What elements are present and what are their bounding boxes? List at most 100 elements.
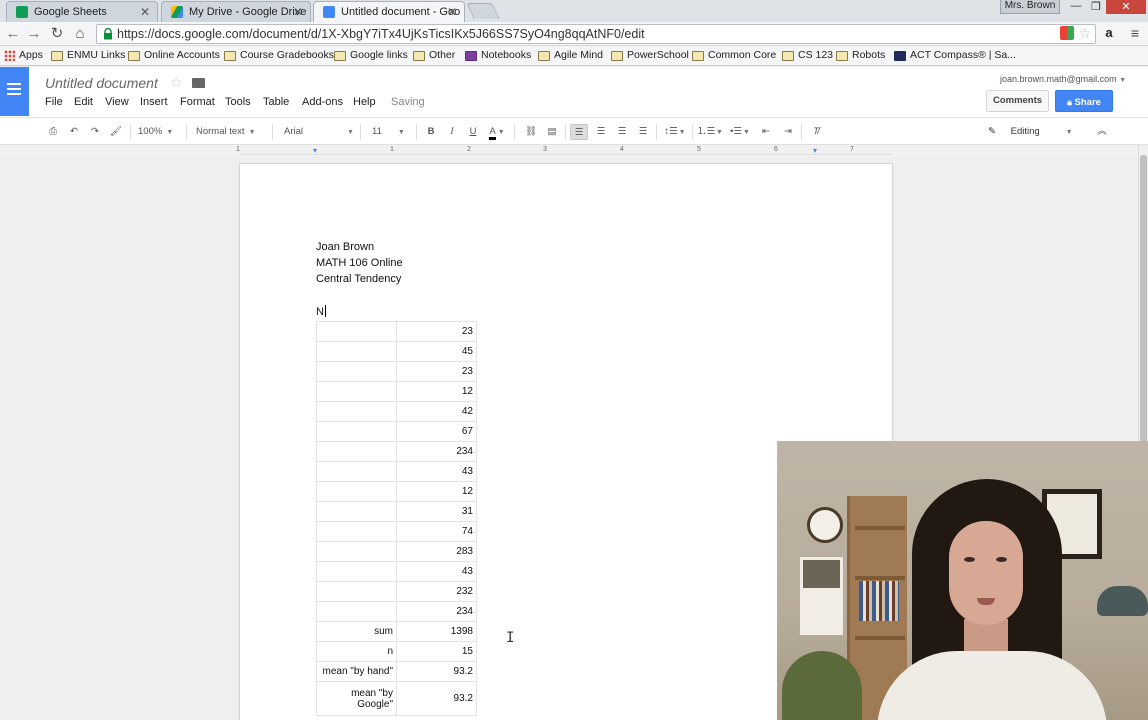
close-icon[interactable]: ✕ — [447, 5, 457, 19]
table-value-cell[interactable]: 234 — [396, 601, 477, 622]
bookmark-online-accounts[interactable]: Online Accounts — [128, 49, 220, 61]
table-value-cell[interactable]: 93.2 — [396, 681, 477, 716]
bookmark-enmu-links[interactable]: ENMU Links — [51, 49, 125, 61]
table-label-cell[interactable]: mean "by hand" — [316, 661, 397, 682]
bookmark-cs-123[interactable]: CS 123 — [782, 49, 833, 61]
menu-icon[interactable]: ≡ — [1126, 24, 1144, 42]
bookmark-powerschool[interactable]: PowerSchool — [611, 49, 689, 61]
menu-add-ons[interactable]: Add-ons — [302, 96, 343, 108]
table-label-cell[interactable]: mean "by Google" — [316, 681, 397, 716]
table-label-cell[interactable] — [316, 421, 397, 442]
back-icon[interactable]: ← — [4, 25, 22, 43]
bulleted-list-icon[interactable]: •☰▼ — [727, 124, 753, 140]
text-color-icon[interactable]: A ▼ — [486, 124, 508, 140]
table-label-cell[interactable] — [316, 581, 397, 602]
close-icon[interactable]: ✕ — [140, 5, 150, 19]
redo-icon[interactable]: ↷ — [87, 124, 103, 140]
tab-google-sheets[interactable]: Google Sheets ✕ — [6, 1, 158, 22]
address-bar[interactable]: https://docs.google.com/document/d/1X-Xb… — [96, 24, 1096, 44]
extension-icon[interactable] — [1060, 26, 1074, 40]
bookmark-course-gradebooks[interactable]: Course Gradebooks — [224, 49, 334, 61]
table-value-cell[interactable]: 283 — [396, 541, 477, 562]
table-value-cell[interactable]: 93.2 — [396, 661, 477, 682]
right-indent-marker[interactable]: ▾ — [813, 146, 817, 155]
bookmark-act-compass[interactable]: ACT Compass® | Sa... — [894, 49, 1016, 61]
underline-icon[interactable]: U — [466, 124, 480, 140]
numbered-list-icon[interactable]: ⒈☰▼ — [697, 124, 723, 140]
table-value-cell[interactable]: 31 — [396, 501, 477, 522]
tab-google-drive[interactable]: My Drive - Google Drive ✕ — [161, 1, 311, 22]
table-value-cell[interactable]: 23 — [396, 361, 477, 382]
bookmark-agile-mind[interactable]: Agile Mind — [538, 49, 603, 61]
table-label-cell[interactable] — [316, 441, 397, 462]
table-label-cell[interactable] — [316, 541, 397, 562]
profile-button[interactable]: Mrs. Brown — [1000, 0, 1060, 14]
menu-edit[interactable]: Edit — [74, 96, 93, 108]
link-icon[interactable]: ⛓︎ — [522, 124, 540, 140]
table-value-cell[interactable]: 232 — [396, 581, 477, 602]
menu-help[interactable]: Help — [353, 96, 376, 108]
restore-button[interactable]: ❐ — [1084, 0, 1108, 14]
docs-home-icon[interactable] — [0, 67, 29, 116]
paint-format-icon[interactable]: 🖌︎ — [108, 124, 124, 140]
table-label-cell[interactable] — [316, 601, 397, 622]
decrease-indent-icon[interactable]: ⇤ — [758, 124, 774, 140]
home-icon[interactable]: ⌂ — [71, 25, 89, 43]
table-label-cell[interactable] — [316, 461, 397, 482]
table-label-cell[interactable] — [316, 401, 397, 422]
table-label-cell[interactable] — [316, 481, 397, 502]
clear-formatting-icon[interactable]: T̸ — [808, 124, 824, 140]
bookmark-other[interactable]: Other — [413, 49, 455, 61]
table-label-cell[interactable]: sum — [316, 621, 397, 642]
align-right-icon[interactable]: ☰ — [613, 124, 631, 140]
menu-insert[interactable]: Insert — [140, 96, 168, 108]
tab-untitled-document[interactable]: Untitled document - Goo ✕ — [313, 1, 465, 22]
bookmark-notebooks[interactable]: Notebooks — [465, 49, 531, 61]
menu-view[interactable]: View — [105, 96, 129, 108]
menu-tools[interactable]: Tools — [225, 96, 251, 108]
menu-file[interactable]: File — [45, 96, 63, 108]
undo-icon[interactable]: ↶ — [66, 124, 82, 140]
bookmark-common-core[interactable]: Common Core — [692, 49, 776, 61]
bookmark-google-links[interactable]: Google links — [334, 49, 408, 61]
folder-icon[interactable] — [192, 78, 205, 88]
table-value-cell[interactable]: 45 — [396, 341, 477, 362]
table-value-cell[interactable]: 12 — [396, 381, 477, 402]
print-icon[interactable]: ⎙ — [45, 124, 61, 140]
table-label-cell[interactable] — [316, 361, 397, 382]
table-label-cell[interactable] — [316, 381, 397, 402]
font-family-select[interactable]: Arial ▼ — [284, 124, 354, 140]
table-value-cell[interactable]: 15 — [396, 641, 477, 662]
align-center-icon[interactable]: ☰ — [592, 124, 610, 140]
document-title[interactable]: Untitled document — [45, 75, 158, 91]
table-value-cell[interactable]: 74 — [396, 521, 477, 542]
bold-icon[interactable]: B — [424, 124, 438, 140]
menu-format[interactable]: Format — [180, 96, 215, 108]
bookmark-apps[interactable]: Apps — [3, 49, 43, 61]
table-value-cell[interactable]: 67 — [396, 421, 477, 442]
line-spacing-icon[interactable]: ↕☰▼ — [662, 124, 688, 140]
font-size-select[interactable]: 11 ▼ — [372, 124, 412, 140]
table-label-cell[interactable]: n — [316, 641, 397, 662]
zoom-select[interactable]: 100% ▼ — [138, 124, 184, 140]
bookmark-robots[interactable]: Robots — [836, 49, 885, 61]
forward-icon[interactable]: → — [25, 25, 43, 43]
table-label-cell[interactable] — [316, 561, 397, 582]
share-button[interactable]: 🔒︎ Share — [1055, 90, 1113, 112]
window-close-button[interactable]: ✕ — [1106, 0, 1146, 14]
table-value-cell[interactable]: 43 — [396, 561, 477, 582]
table-label-cell[interactable] — [316, 521, 397, 542]
comments-button[interactable]: Comments — [986, 90, 1049, 112]
table-value-cell[interactable]: 234 — [396, 441, 477, 462]
new-tab-button[interactable] — [466, 3, 500, 19]
increase-indent-icon[interactable]: ⇥ — [780, 124, 796, 140]
table-label-cell[interactable] — [316, 501, 397, 522]
menu-table[interactable]: Table — [263, 96, 289, 108]
paragraph-style-select[interactable]: Normal text ▼ — [196, 124, 268, 140]
table-label-cell[interactable] — [316, 341, 397, 362]
collapse-icon[interactable]: ︽ — [1094, 124, 1110, 140]
account-email[interactable]: joan.brown.math@gmail.com ▼ — [1000, 74, 1126, 84]
italic-icon[interactable]: I — [445, 124, 459, 140]
align-justify-icon[interactable]: ☰ — [634, 124, 652, 140]
bookmark-star-icon[interactable]: ☆ — [1076, 24, 1094, 42]
